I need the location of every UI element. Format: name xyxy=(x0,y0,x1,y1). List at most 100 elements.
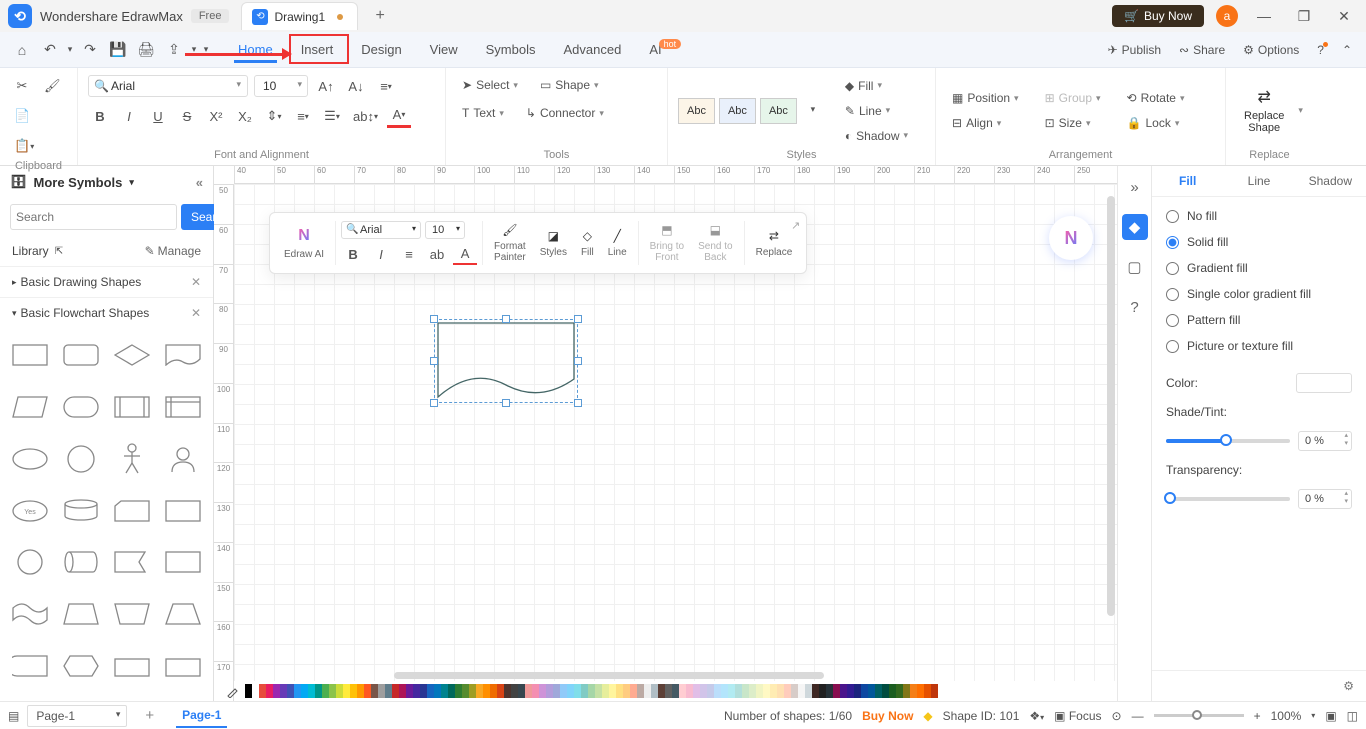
palette-color[interactable] xyxy=(854,684,861,698)
user-avatar[interactable]: a xyxy=(1216,5,1238,27)
shape-rect5[interactable] xyxy=(160,647,205,685)
resize-handle-ne[interactable] xyxy=(574,315,582,323)
palette-color[interactable] xyxy=(574,684,581,698)
palette-color[interactable] xyxy=(546,684,553,698)
category-basic-drawing[interactable]: ▸Basic Drawing Shapes ✕ xyxy=(0,266,213,297)
shape-trap2[interactable] xyxy=(110,595,155,633)
minimize-button[interactable]: — xyxy=(1250,8,1278,24)
palette-color[interactable] xyxy=(364,684,371,698)
palette-color[interactable] xyxy=(434,684,441,698)
palette-color[interactable] xyxy=(700,684,707,698)
font-family-select[interactable]: 🔍Arial▾ xyxy=(88,75,248,97)
palette-color[interactable] xyxy=(462,684,469,698)
palette-color[interactable] xyxy=(756,684,763,698)
fit-page-icon[interactable]: ▣ xyxy=(1325,709,1336,723)
rp-tab-fill[interactable]: Fill xyxy=(1152,166,1223,196)
group-menu[interactable]: ⊞Group▾ xyxy=(1039,87,1107,109)
publish-button[interactable]: ✈Publish xyxy=(1102,40,1167,60)
superscript-button[interactable]: X² xyxy=(204,104,228,128)
palette-color[interactable] xyxy=(637,684,644,698)
palette-color[interactable] xyxy=(812,684,819,698)
canvas-scrollbar-h[interactable] xyxy=(394,672,824,679)
zoom-out[interactable]: — xyxy=(1132,709,1144,723)
palette-color[interactable] xyxy=(413,684,420,698)
float-replace[interactable]: ⇄Replace xyxy=(750,229,799,258)
fill-menu[interactable]: ◆Fill▾ xyxy=(839,75,914,97)
shadow-menu[interactable]: ◐Shadow▾ xyxy=(839,125,914,147)
document-tab[interactable]: ⟲ Drawing1 xyxy=(241,2,358,30)
bullets-button[interactable]: ☰▾ xyxy=(320,104,344,128)
size-menu[interactable]: ⊡Size▾ xyxy=(1039,112,1107,134)
font-color-button[interactable]: A▾ xyxy=(387,104,411,128)
italic-button[interactable]: I xyxy=(117,104,141,128)
shape-person[interactable] xyxy=(110,440,155,478)
palette-color[interactable] xyxy=(469,684,476,698)
ai-floating-badge[interactable]: N xyxy=(1049,216,1093,260)
palette-color[interactable] xyxy=(497,684,504,698)
rotate-menu[interactable]: ⟲Rotate▾ xyxy=(1121,87,1191,109)
copy-button[interactable]: 📄 xyxy=(10,104,34,128)
palette-color[interactable] xyxy=(448,684,455,698)
redo-button[interactable]: ↷ xyxy=(76,36,104,64)
rail-fill-button[interactable]: ◆ xyxy=(1122,214,1148,240)
buy-now-mini[interactable]: Buy Now xyxy=(862,709,913,723)
font-size-select[interactable]: 10▾ xyxy=(254,75,308,97)
symbol-search-input[interactable] xyxy=(10,204,177,230)
palette-color[interactable] xyxy=(819,684,826,698)
resize-handle-w[interactable] xyxy=(430,357,438,365)
palette-color[interactable] xyxy=(749,684,756,698)
select-tool[interactable]: ➤Select▾ xyxy=(456,74,524,96)
palette-color[interactable] xyxy=(245,684,252,698)
text-direction-button[interactable]: ab↕▾ xyxy=(349,104,382,128)
shape-user[interactable] xyxy=(160,440,205,478)
buy-now-button[interactable]: 🛒 Buy Now xyxy=(1112,5,1204,27)
float-font-select[interactable]: 🔍Arial▾ xyxy=(341,221,421,239)
menu-insert[interactable]: Insert xyxy=(287,36,348,63)
palette-color[interactable] xyxy=(301,684,308,698)
palette-color[interactable] xyxy=(308,684,315,698)
add-tab-button[interactable]: + xyxy=(368,7,392,25)
shape-internal-storage[interactable] xyxy=(160,388,205,426)
resize-handle-sw[interactable] xyxy=(430,399,438,407)
palette-color[interactable] xyxy=(420,684,427,698)
line-menu[interactable]: ✎Line▾ xyxy=(839,100,914,122)
palette-color[interactable] xyxy=(483,684,490,698)
palette-color[interactable] xyxy=(259,684,266,698)
shape-data[interactable] xyxy=(8,388,53,426)
palette-color[interactable] xyxy=(294,684,301,698)
shape-tool[interactable]: ▭Shape▾ xyxy=(534,74,605,96)
palette-color[interactable] xyxy=(378,684,385,698)
palette-color[interactable] xyxy=(399,684,406,698)
palette-color[interactable] xyxy=(770,684,777,698)
palette-color[interactable] xyxy=(595,684,602,698)
library-pin-icon[interactable]: ⇱ xyxy=(55,246,63,257)
strike-button[interactable]: S xyxy=(175,104,199,128)
palette-color[interactable] xyxy=(588,684,595,698)
palette-color[interactable] xyxy=(693,684,700,698)
page-tab-active[interactable]: Page-1 xyxy=(176,704,227,728)
edraw-ai-button[interactable]: N Edraw AI xyxy=(278,227,330,260)
palette-color[interactable] xyxy=(532,684,539,698)
increase-font-button[interactable]: A↑ xyxy=(314,74,338,98)
print-button[interactable]: 🖨 xyxy=(132,36,160,64)
page-select[interactable]: Page-1▾ xyxy=(27,705,127,727)
palette-color[interactable] xyxy=(476,684,483,698)
palette-color[interactable] xyxy=(490,684,497,698)
palette-color[interactable] xyxy=(665,684,672,698)
shape-rounded[interactable] xyxy=(59,336,104,374)
palette-color[interactable] xyxy=(343,684,350,698)
fit-width-icon[interactable]: ◫ xyxy=(1347,709,1358,723)
float-pin[interactable]: ↗ xyxy=(791,219,800,232)
float-line[interactable]: ╱Line xyxy=(602,229,633,258)
palette-color[interactable] xyxy=(322,684,329,698)
save-button[interactable]: 💾 xyxy=(104,36,132,64)
palette-color[interactable] xyxy=(833,684,840,698)
collapse-ribbon-button[interactable]: ⌃ xyxy=(1336,40,1358,60)
shape-wave[interactable] xyxy=(8,595,53,633)
shape-database[interactable] xyxy=(59,492,104,530)
shape-hex[interactable] xyxy=(59,647,104,685)
undo-button[interactable]: ↶ xyxy=(36,36,64,64)
shape-trap3[interactable] xyxy=(160,595,205,633)
palette-color[interactable] xyxy=(805,684,812,698)
palette-color[interactable] xyxy=(518,684,525,698)
